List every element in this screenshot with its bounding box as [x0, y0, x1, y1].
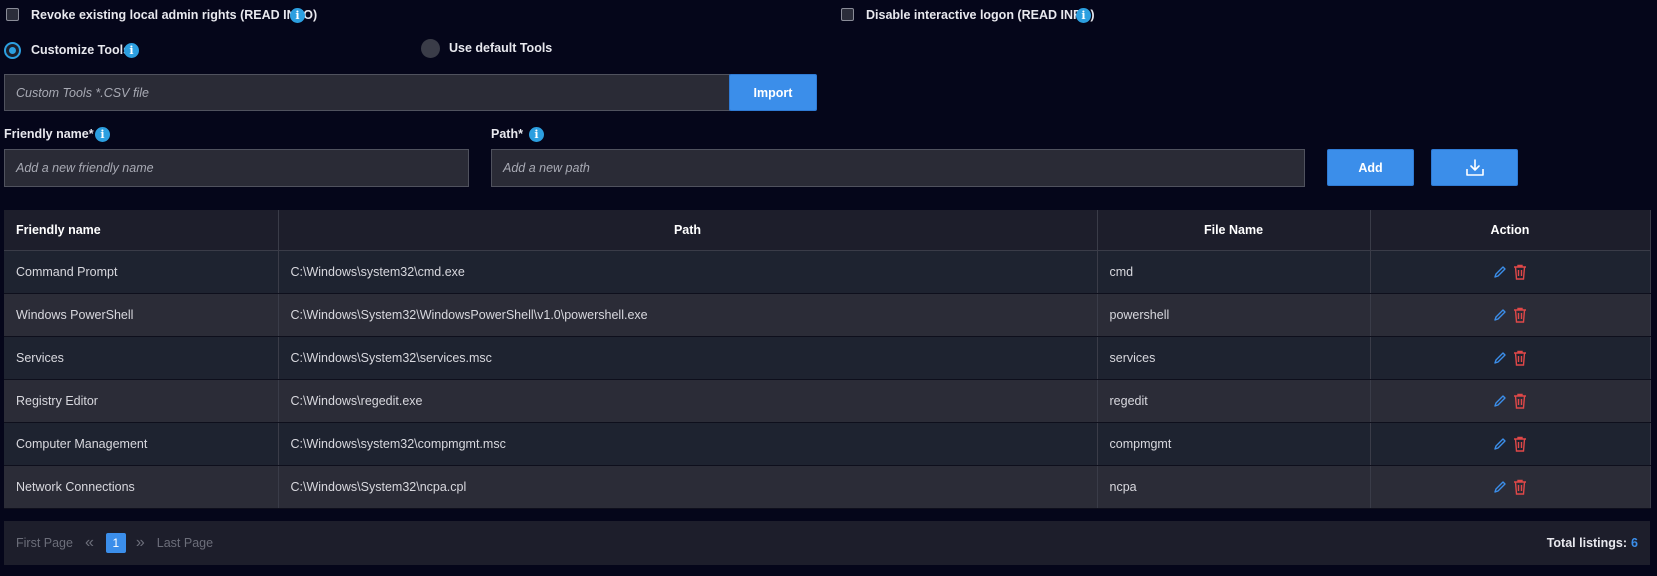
info-icon[interactable]: i [529, 127, 544, 142]
info-icon[interactable]: i [1076, 8, 1091, 23]
revoke-admin-label: Revoke existing local admin rights (READ… [31, 8, 318, 22]
pagination-bar: First Page « 1 » Last Page Total listing… [4, 521, 1650, 565]
delete-icon[interactable] [1513, 436, 1527, 452]
table-row: Network Connections C:\Windows\System32\… [4, 465, 1651, 509]
default-tools-label: Use default Tools [449, 41, 553, 55]
default-tools-radio[interactable] [421, 39, 440, 58]
cell-file-name: regedit [1097, 379, 1371, 423]
add-button[interactable]: Add [1327, 149, 1414, 186]
cell-file-name: ncpa [1097, 465, 1371, 509]
double-chevron-left-icon[interactable]: « [85, 534, 94, 552]
edit-icon[interactable] [1493, 351, 1507, 365]
edit-icon[interactable] [1493, 480, 1507, 494]
disable-logon-label: Disable interactive logon (READ INFO) [866, 8, 1095, 22]
delete-icon[interactable] [1513, 479, 1527, 495]
header-file-name[interactable]: File Name [1097, 210, 1371, 251]
cell-action [1370, 465, 1651, 509]
info-icon[interactable]: i [124, 43, 139, 58]
cell-path: C:\Windows\system32\compmgmt.msc [278, 422, 1098, 466]
cell-action [1370, 250, 1651, 294]
total-listings-label: Total listings: [1546, 536, 1628, 550]
table-header-row: Friendly name Path File Name Action [4, 210, 1651, 251]
table-row: Registry Editor C:\Windows\regedit.exe r… [4, 379, 1651, 423]
customize-tools-radio[interactable] [4, 42, 21, 59]
cell-friendly-name: Command Prompt [4, 250, 279, 294]
cell-file-name: cmd [1097, 250, 1371, 294]
edit-icon[interactable] [1493, 394, 1507, 408]
cell-path: C:\Windows\System32\WindowsPowerShell\v1… [278, 293, 1098, 337]
header-action: Action [1370, 210, 1651, 251]
cell-friendly-name: Computer Management [4, 422, 279, 466]
cell-friendly-name: Network Connections [4, 465, 279, 509]
csv-file-input[interactable]: Custom Tools *.CSV file [4, 74, 730, 111]
table-row: Windows PowerShell C:\Windows\System32\W… [4, 293, 1651, 337]
import-button[interactable]: Import [729, 74, 817, 111]
revoke-admin-checkbox[interactable] [6, 8, 19, 21]
cell-file-name: powershell [1097, 293, 1371, 337]
cell-action [1370, 336, 1651, 380]
table-row: Computer Management C:\Windows\system32\… [4, 422, 1651, 466]
header-friendly-name[interactable]: Friendly name [4, 210, 279, 251]
cell-action [1370, 379, 1651, 423]
table-row: Services C:\Windows\System32\services.ms… [4, 336, 1651, 380]
header-path[interactable]: Path [278, 210, 1098, 251]
edit-icon[interactable] [1493, 437, 1507, 451]
cell-action [1370, 293, 1651, 337]
download-icon [1465, 158, 1484, 176]
first-page-link[interactable]: First Page [16, 536, 73, 550]
table-row: Command Prompt C:\Windows\system32\cmd.e… [4, 250, 1651, 294]
download-button[interactable] [1431, 149, 1518, 186]
double-chevron-right-icon[interactable]: » [136, 534, 145, 552]
cell-friendly-name: Services [4, 336, 279, 380]
delete-icon[interactable] [1513, 307, 1527, 323]
cell-friendly-name: Windows PowerShell [4, 293, 279, 337]
cell-path: C:\Windows\System32\ncpa.cpl [278, 465, 1098, 509]
tools-table: Friendly name Path File Name Action Comm… [4, 210, 1651, 509]
edit-icon[interactable] [1493, 308, 1507, 322]
cell-file-name: services [1097, 336, 1371, 380]
last-page-link[interactable]: Last Page [157, 536, 213, 550]
delete-icon[interactable] [1513, 264, 1527, 280]
cell-friendly-name: Registry Editor [4, 379, 279, 423]
delete-icon[interactable] [1513, 393, 1527, 409]
friendly-name-input[interactable]: Add a new friendly name [4, 149, 469, 187]
cell-path: C:\Windows\System32\services.msc [278, 336, 1098, 380]
customize-tools-label: Customize Tools [31, 43, 131, 57]
delete-icon[interactable] [1513, 350, 1527, 366]
disable-logon-checkbox[interactable] [841, 8, 854, 21]
cell-path: C:\Windows\regedit.exe [278, 379, 1098, 423]
info-icon[interactable]: i [95, 127, 110, 142]
path-input[interactable]: Add a new path [491, 149, 1305, 187]
info-icon[interactable]: i [290, 8, 305, 23]
path-label: Path* [491, 127, 523, 141]
cell-action [1370, 422, 1651, 466]
cell-path: C:\Windows\system32\cmd.exe [278, 250, 1098, 294]
friendly-name-label: Friendly name* [4, 127, 94, 141]
cell-file-name: compmgmt [1097, 422, 1371, 466]
edit-icon[interactable] [1493, 265, 1507, 279]
total-listings-count: 6 [1631, 536, 1638, 550]
page-number-current[interactable]: 1 [105, 533, 126, 553]
